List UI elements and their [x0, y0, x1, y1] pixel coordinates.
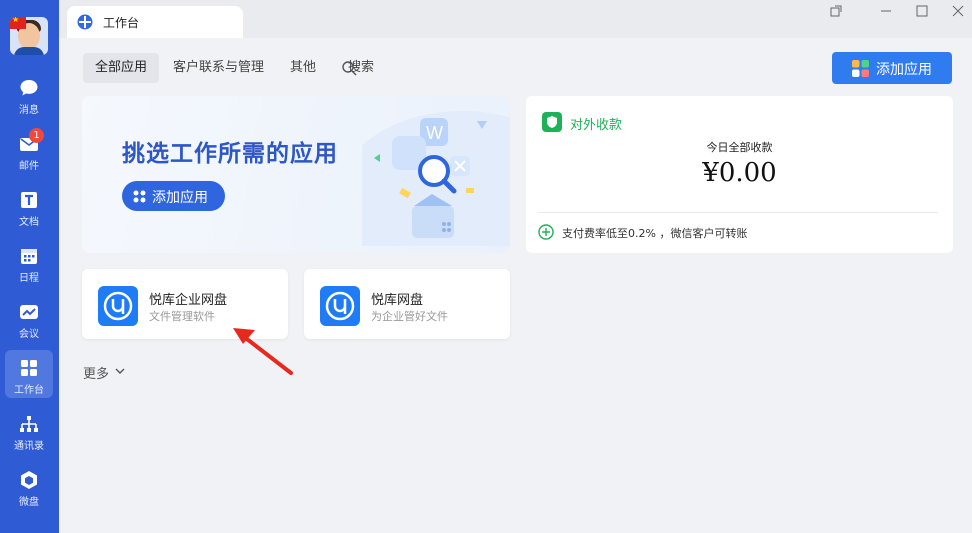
red-arrow-annotation: [233, 328, 293, 375]
calendar-icon: [21, 249, 37, 264]
pin-window-icon[interactable]: [827, 2, 845, 20]
sidebar-item-workbench[interactable]: 工作台: [5, 350, 53, 398]
payment-title: 对外收款: [570, 118, 623, 133]
sidebar-item-drive[interactable]: 微盘: [5, 462, 53, 510]
sidebar-item-label: 会议: [19, 329, 39, 340]
app-grid-icon: [852, 60, 869, 77]
plus-circle-icon: [538, 224, 554, 240]
flag-icon: [10, 17, 26, 29]
sidebar-item-label: 消息: [19, 105, 39, 116]
payment-amount: ¥0.00: [702, 158, 777, 188]
avatar[interactable]: [10, 17, 48, 55]
dots-icon: [133, 190, 146, 203]
payment-note: 支付费率低至0.2% ，微信客户可转账: [562, 227, 748, 240]
doc-icon: [21, 192, 37, 208]
divider: [538, 212, 938, 213]
app-description: 文件管理软件: [149, 310, 215, 323]
minimize-icon[interactable]: [877, 2, 895, 20]
banner-button-label: 添加应用: [152, 190, 208, 206]
sidebar-item-meeting[interactable]: 会议: [5, 294, 53, 342]
sidebar-item-mail[interactable]: 1 邮件: [5, 126, 53, 174]
workbench-tab-icon: [77, 14, 93, 30]
sidebar-item-label: 工作台: [14, 385, 44, 396]
meeting-icon: [20, 305, 38, 319]
shield-pay-icon: [542, 112, 562, 132]
sidebar-item-docs[interactable]: 文档: [5, 182, 53, 230]
tab-other[interactable]: 其他: [278, 53, 328, 83]
add-app-button[interactable]: 添加应用: [832, 52, 952, 84]
tab-workbench[interactable]: 工作台: [67, 6, 243, 38]
close-icon[interactable]: [949, 2, 967, 20]
payment-subtitle: 今日全部收款: [706, 141, 773, 154]
workbench-icon: [21, 360, 37, 376]
title-bar: 工作台: [59, 0, 972, 38]
promo-banner: 挑选工作所需的应用 添加应用 W: [82, 96, 510, 253]
sidebar-item-calendar[interactable]: 日程: [5, 238, 53, 286]
tab-all-apps[interactable]: 全部应用: [83, 53, 160, 83]
chat-icon: [20, 80, 38, 96]
chevron-down-icon[interactable]: [114, 364, 126, 378]
app-description: 为企业管好文件: [371, 310, 448, 323]
sidebar-item-label: 日程: [19, 273, 39, 284]
app-search-illustration: W: [362, 111, 510, 246]
yueku-logo-icon: [320, 286, 360, 326]
sidebar-item-label: 微盘: [19, 497, 39, 508]
yueku-logo-icon: [98, 286, 138, 326]
tab-customer[interactable]: 客户联系与管理: [161, 53, 276, 83]
search-link[interactable]: 搜索: [348, 53, 386, 83]
payment-card[interactable]: 对外收款 今日全部收款 ¥0.00 支付费率低至0.2% ，微信客户可转账: [526, 96, 953, 253]
more-toggle[interactable]: 更多: [83, 363, 109, 382]
sidebar-item-messages[interactable]: 消息: [5, 70, 53, 118]
banner-title: 挑选工作所需的应用: [122, 141, 338, 167]
banner-add-app-button[interactable]: 添加应用: [122, 181, 225, 211]
add-app-label: 添加应用: [876, 62, 932, 78]
unread-badge: 1: [29, 128, 44, 143]
app-name: 悦库网盘: [371, 293, 424, 308]
workbench-main: 全部应用 客户联系与管理 其他 搜索 添加应用 挑选工作所需的应用 添加应用 W: [59, 38, 972, 533]
app-name: 悦库企业网盘: [149, 293, 228, 308]
sidebar-item-contacts[interactable]: 通讯录: [5, 406, 53, 454]
maximize-icon[interactable]: [913, 2, 931, 20]
sidebar-item-label: 邮件: [19, 161, 39, 172]
contacts-icon: [20, 416, 38, 432]
app-card[interactable]: 悦库网盘 为企业管好文件: [304, 269, 510, 339]
drive-icon: [21, 471, 37, 489]
svg-text:W: W: [426, 123, 443, 143]
sidebar: 消息 1 邮件 文档 日程 会议 工作台 通讯录 微盘: [0, 0, 59, 533]
sidebar-item-label: 文档: [19, 217, 39, 228]
tab-title: 工作台: [103, 16, 140, 30]
sidebar-item-label: 通讯录: [14, 441, 44, 452]
